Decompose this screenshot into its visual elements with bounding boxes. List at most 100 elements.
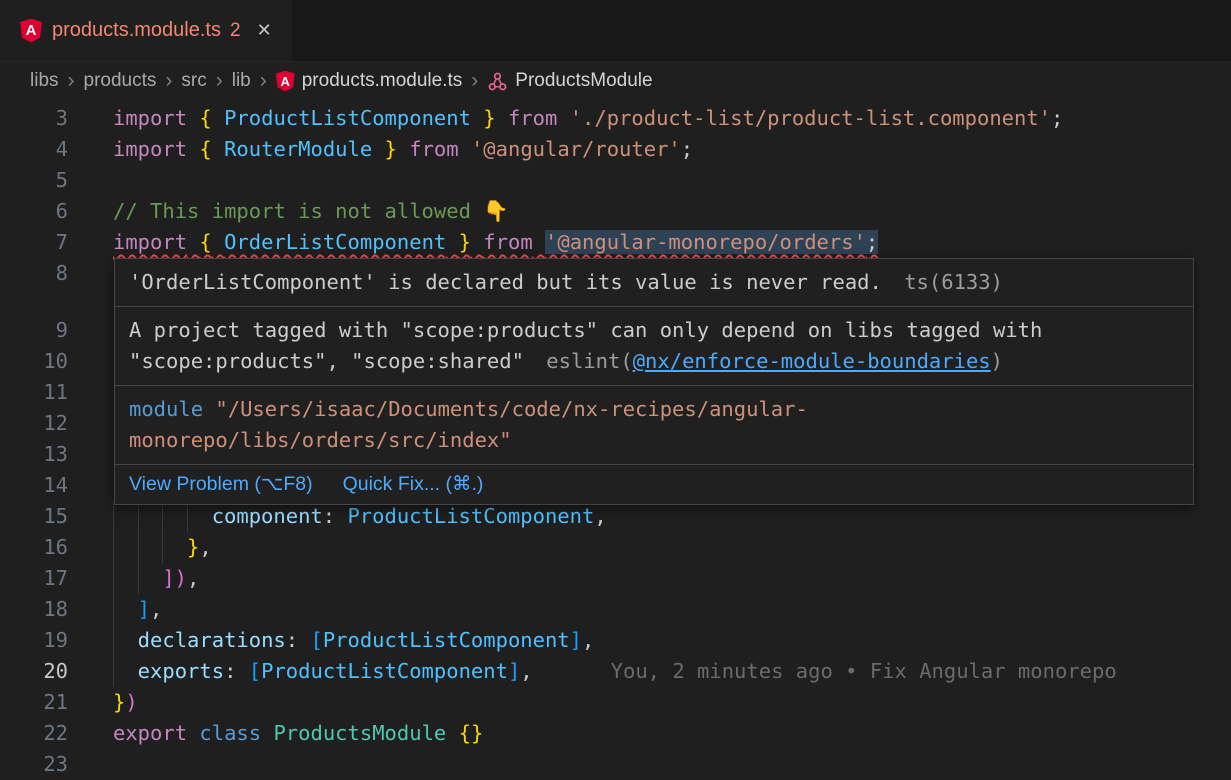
code-line[interactable]: 21}) (0, 687, 1231, 718)
line-number[interactable]: 17 (0, 563, 68, 594)
code-line[interactable]: 19 declarations: [ProductListComponent], (0, 625, 1231, 656)
indent-guide (113, 594, 138, 625)
code-line[interactable]: 22export class ProductsModule {} (0, 718, 1231, 749)
code-line[interactable]: 20exports: [ProductListComponent],You, 2… (0, 656, 1231, 687)
line-number[interactable]: 15 (0, 501, 68, 532)
view-problem-action[interactable]: View Problem (⌥F8) (129, 469, 313, 500)
line-number[interactable]: 3 (0, 103, 68, 134)
line-number[interactable]: 23 (0, 749, 68, 780)
code-token (533, 230, 545, 254)
code-line[interactable]: 16}, (0, 532, 1231, 563)
breadcrumb-item-src[interactable]: src (181, 70, 206, 92)
code-line[interactable]: 23 (0, 749, 1231, 780)
code-token (187, 137, 199, 161)
code-token: ProductListComponent (261, 659, 508, 683)
line-number[interactable]: 13 (0, 439, 68, 470)
hover-actions: View Problem (⌥F8) Quick Fix... (⌘.) (115, 465, 1193, 504)
indent-guide (113, 656, 138, 687)
code-token: } (483, 106, 495, 130)
line-number[interactable]: 20 (0, 656, 68, 687)
line-number[interactable]: 14 (0, 470, 68, 501)
code-token: ] (508, 659, 520, 683)
line-number[interactable]: 7 (0, 227, 68, 258)
code-text: declarations: [ProductListComponent], (113, 625, 594, 656)
tab-problem-count: 2 (230, 20, 241, 42)
code-token: } (459, 230, 471, 254)
breadcrumb-separator-icon: › (165, 69, 172, 93)
indent-guide (138, 563, 163, 594)
code-line[interactable]: 18], (0, 594, 1231, 625)
code-token: { (199, 106, 211, 130)
indent-guide (113, 563, 138, 594)
code-text: import { RouterModule } from '@angular/r… (113, 134, 693, 165)
diagnostic-hover: 'OrderListComponent' is declared but its… (114, 258, 1194, 505)
breadcrumb-item-productsmodule[interactable]: ProductsModule (487, 70, 652, 92)
code-token (446, 230, 458, 254)
angular-icon (20, 19, 42, 43)
code-token: ] (138, 597, 150, 621)
code-token: , (187, 566, 199, 590)
breadcrumb-separator-icon: › (260, 69, 267, 93)
breadcrumb-label: src (181, 70, 206, 92)
code-token (212, 137, 224, 161)
line-number[interactable]: 10 (0, 346, 68, 377)
code-token: ) (125, 690, 137, 714)
line-number[interactable]: 22 (0, 718, 68, 749)
code-line[interactable]: 6// This import is not allowed 👇 (0, 196, 1231, 227)
line-number[interactable]: 5 (0, 165, 68, 196)
indent-guide (113, 501, 138, 532)
breadcrumb-item-products-module-ts[interactable]: products.module.ts (276, 70, 463, 92)
quick-fix-action[interactable]: Quick Fix... (⌘.) (343, 469, 484, 500)
code-token: } (113, 690, 125, 714)
line-number[interactable]: 6 (0, 196, 68, 227)
code-token: ProductListComponent (347, 504, 594, 528)
eslint-diagnostic: A project tagged with "scope:products" c… (115, 307, 1193, 385)
breadcrumb-item-products[interactable]: products (84, 70, 157, 92)
line-number[interactable]: 8 (0, 258, 68, 289)
breadcrumb-label: products (84, 70, 157, 92)
code-token: , (520, 659, 532, 683)
code-line[interactable]: 17]), (0, 563, 1231, 594)
code-line[interactable]: 7import { OrderListComponent } from '@an… (0, 227, 1231, 258)
code-token: : (286, 628, 311, 652)
code-token: ]) (162, 566, 187, 590)
line-number[interactable]: 11 (0, 377, 68, 408)
code-token: import (113, 106, 187, 130)
code-text: import { ProductListComponent } from './… (113, 103, 1063, 134)
code-token: './product-list/product-list.component' (570, 106, 1051, 130)
code-token (261, 721, 273, 745)
line-number[interactable]: 18 (0, 594, 68, 625)
vscode-window: products.module.ts 2 ✕ libs › products › src… (0, 0, 1231, 780)
indent-guide (187, 501, 212, 532)
code-token: } (385, 137, 397, 161)
code-token: RouterModule (224, 137, 372, 161)
code-line[interactable]: 5 (0, 165, 1231, 196)
line-number[interactable]: 16 (0, 532, 68, 563)
code-token (446, 721, 458, 745)
code-token: {} (459, 721, 484, 745)
close-icon[interactable]: ✕ (257, 20, 272, 41)
line-number[interactable]: 4 (0, 134, 68, 165)
code-line[interactable]: 3 import { ProductListComponent } from '.… (0, 103, 1231, 134)
ts-diagnostic: 'OrderListComponent' is declared but its… (115, 259, 1193, 306)
ts-diagnostic-message: 'OrderListComponent' is declared but its… (129, 270, 882, 294)
code-editor[interactable]: 3 import { ProductListComponent } from '.… (0, 100, 1231, 780)
editor-tab[interactable]: products.module.ts 2 ✕ (0, 0, 292, 61)
code-token: export (113, 721, 187, 745)
breadcrumb: libs›products›src›lib›products.module.ts… (0, 62, 1231, 100)
line-number[interactable]: 21 (0, 687, 68, 718)
line-number[interactable]: 19 (0, 625, 68, 656)
breadcrumb-item-lib[interactable]: lib (232, 70, 251, 92)
line-number[interactable]: 12 (0, 408, 68, 439)
code-token (397, 137, 409, 161)
code-token: { (199, 230, 211, 254)
breadcrumb-item-libs[interactable]: libs (30, 70, 59, 92)
line-number[interactable]: 9 (0, 315, 68, 346)
eslint-rule-link[interactable]: @nx/enforce-module-boundaries (633, 349, 991, 373)
code-line[interactable]: 15component: ProductListComponent, (0, 501, 1231, 532)
code-token: , (582, 628, 594, 652)
code-line[interactable]: 4 import { RouterModule } from '@angular/… (0, 134, 1231, 165)
code-token: ; (681, 137, 693, 161)
code-token (212, 230, 224, 254)
code-token: class (199, 721, 261, 745)
